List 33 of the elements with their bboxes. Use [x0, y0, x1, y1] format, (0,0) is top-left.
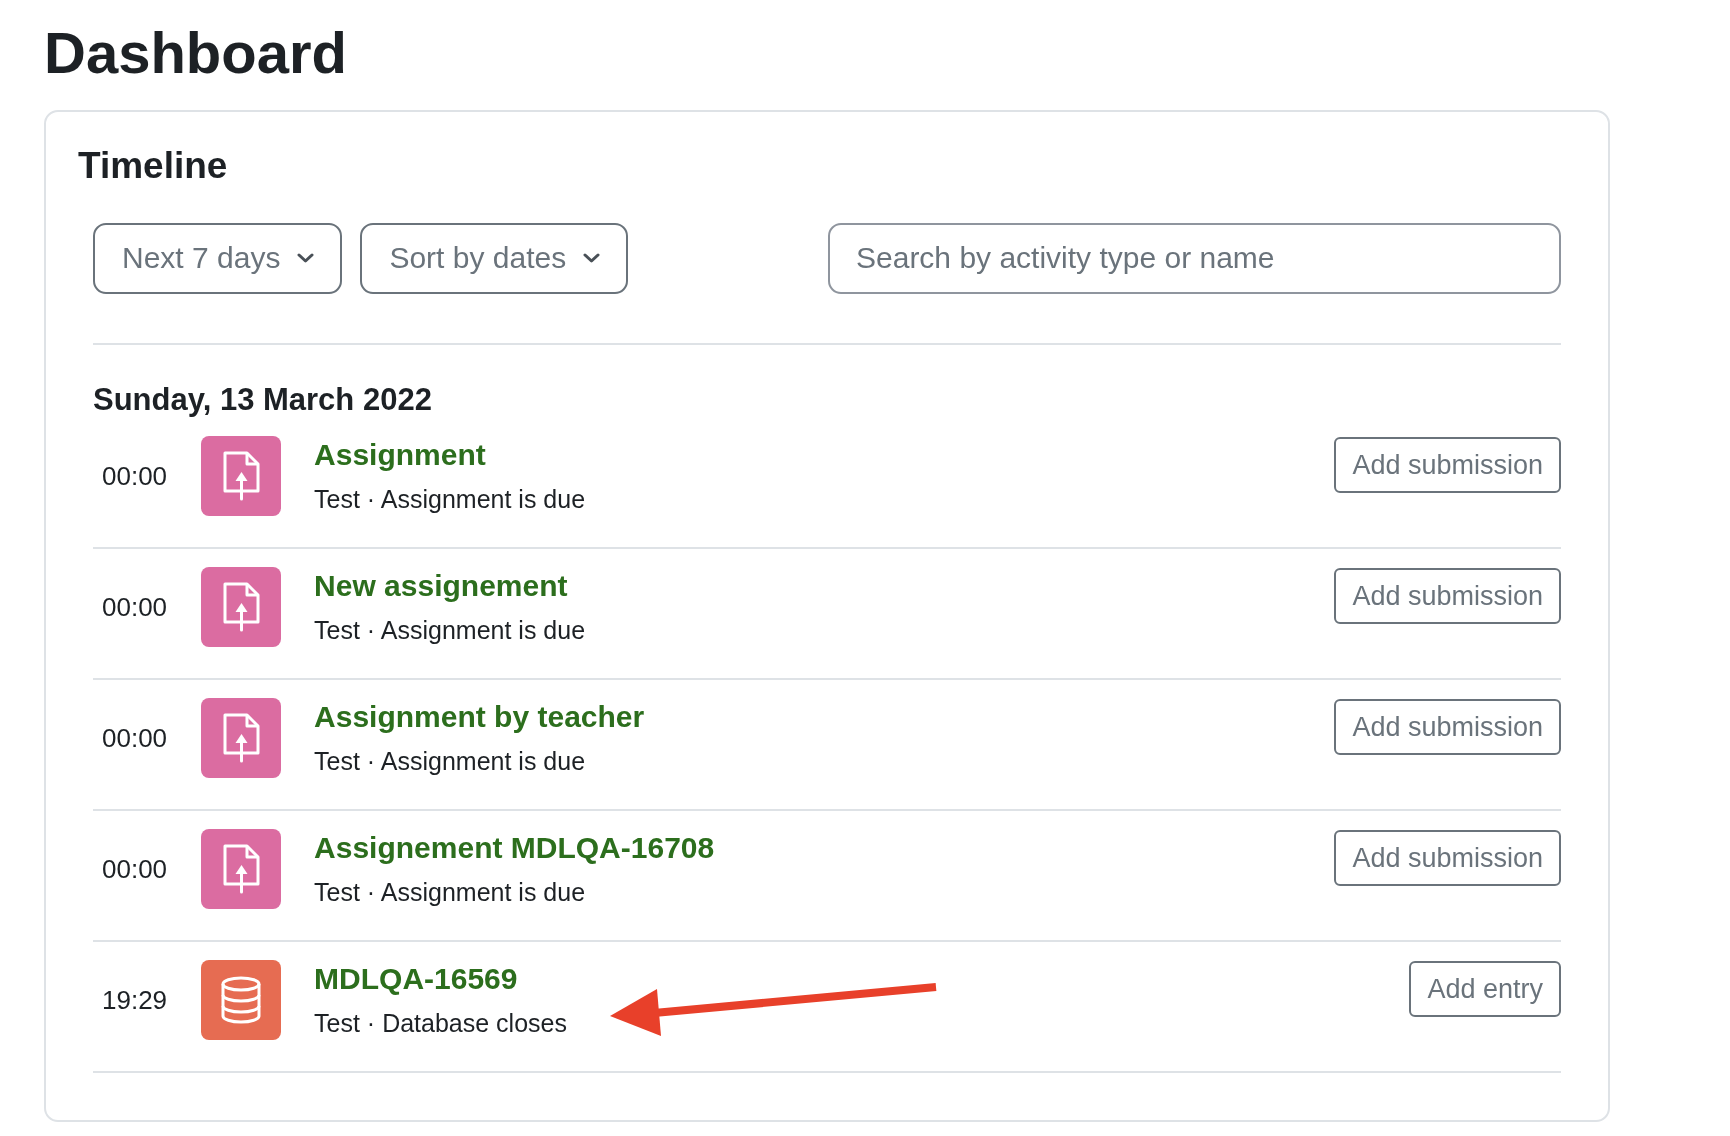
event-details: Test · Assignment is due [314, 746, 586, 777]
action-button[interactable]: Add submission [1334, 699, 1561, 756]
card-title: Timeline [78, 143, 228, 188]
event-time: 19:29 [102, 984, 168, 1016]
file-upload-icon [201, 567, 282, 648]
chevron-down-icon [297, 253, 315, 264]
activity-link[interactable]: MDLQA-16569 [314, 961, 518, 998]
event-details: Test · Assignment is due [314, 615, 586, 646]
chevron-down-icon [583, 253, 601, 264]
activity-link[interactable]: Assignment [314, 437, 486, 474]
activity-link[interactable]: Assignment by teacher [314, 699, 645, 736]
action-button[interactable]: Add submission [1334, 437, 1561, 494]
event-details: Test · Database closes [314, 1008, 567, 1039]
event-time: 00:00 [102, 591, 168, 623]
action-button[interactable]: Add entry [1409, 961, 1561, 1018]
activity-link[interactable]: Assignement MDLQA-16708 [314, 830, 715, 867]
date-heading: Sunday, 13 March 2022 [93, 381, 432, 419]
event-details: Test · Assignment is due [314, 484, 586, 515]
event-details: Test · Assignment is due [314, 877, 586, 908]
search-field[interactable]: Search by activity type or name [828, 223, 1561, 294]
event-time: 00:00 [102, 722, 168, 754]
event-time: 00:00 [102, 853, 168, 885]
action-button[interactable]: Add submission [1334, 830, 1561, 887]
file-upload-icon [201, 436, 282, 517]
page-title: Dashboard [44, 19, 347, 87]
event-time: 00:00 [102, 460, 168, 492]
action-button[interactable]: Add submission [1334, 568, 1561, 625]
activity-link[interactable]: New assignement [314, 568, 568, 605]
dropdown-button[interactable]: Sort by dates [360, 223, 629, 294]
database-icon [201, 960, 282, 1041]
file-upload-icon [201, 829, 282, 910]
file-upload-icon [201, 698, 282, 779]
dropdown-button[interactable]: Next 7 days [93, 223, 343, 294]
